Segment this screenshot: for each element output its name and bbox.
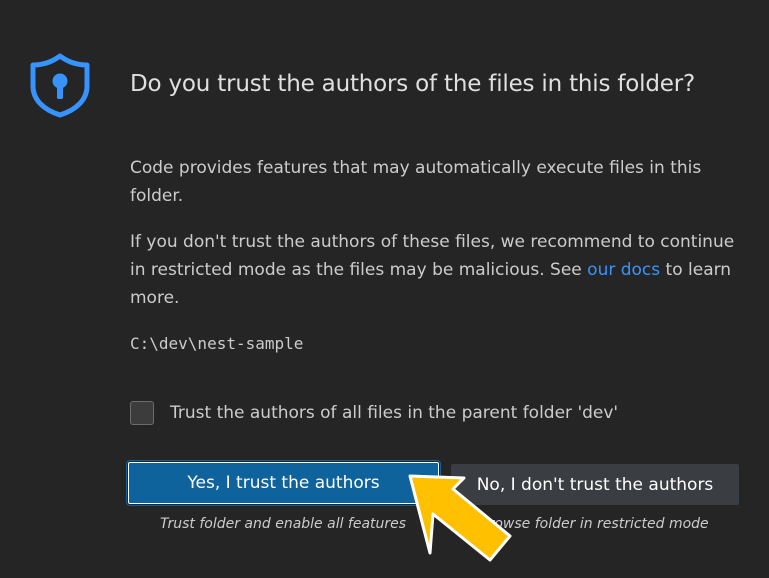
- trust-no-label: No, I don't trust the authors: [476, 474, 714, 495]
- trust-no-button[interactable]: No, I don't trust the authors: [451, 464, 739, 505]
- no-button-caption: Browse folder in restricted mode: [479, 516, 709, 532]
- yes-button-caption: Trust folder and enable all features: [160, 516, 407, 532]
- workspace-trust-dialog: Do you trust the authors of the files in…: [0, 0, 769, 578]
- our-docs-link[interactable]: our docs: [587, 260, 660, 280]
- trust-parent-checkbox[interactable]: [130, 401, 154, 425]
- trust-yes-label: Yes, I trust the authors: [187, 473, 380, 493]
- dialog-title: Do you trust the authors of the files in…: [130, 71, 695, 97]
- warning-paragraph: If you don't trust the authors of these …: [130, 228, 745, 312]
- shield-lock-icon: [30, 53, 90, 118]
- trust-parent-label[interactable]: Trust the authors of all files in the pa…: [170, 403, 618, 423]
- folder-path: C:\dev\nest-sample: [130, 334, 304, 353]
- description-paragraph: Code provides features that may automati…: [130, 158, 702, 206]
- trust-yes-button[interactable]: Yes, I trust the authors: [126, 460, 441, 506]
